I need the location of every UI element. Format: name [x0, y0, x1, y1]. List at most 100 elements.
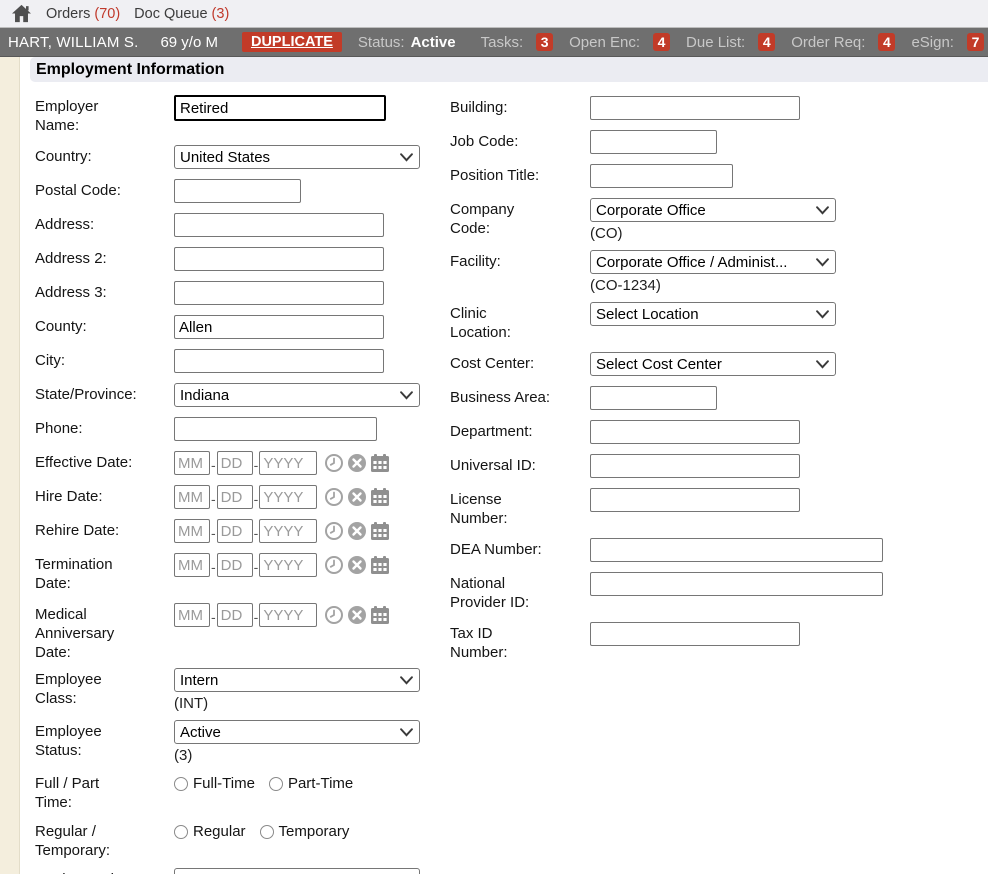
calendar-icon[interactable] [370, 487, 390, 507]
rehire-date-yyyy-input[interactable] [259, 519, 317, 543]
state-province-select[interactable]: Indiana [174, 383, 420, 407]
hire-date-mm-input[interactable] [174, 485, 210, 509]
termination-date-yyyy-input[interactable] [259, 553, 317, 577]
esign-count-badge[interactable]: 7 [967, 33, 984, 51]
cost-center-select[interactable]: Select Cost Center [590, 352, 836, 376]
job-code-input[interactable] [590, 130, 717, 154]
address2-row: Address 2: [35, 247, 445, 271]
part-time-radio[interactable] [269, 777, 283, 791]
clear-icon[interactable] [347, 487, 367, 507]
medical-anniversary-dd-input[interactable] [217, 603, 253, 627]
city-input[interactable] [174, 349, 384, 373]
company-code-select[interactable]: Corporate Office [590, 198, 836, 222]
clock-icon[interactable] [324, 453, 344, 473]
hire-date-dd-input[interactable] [217, 485, 253, 509]
duplicate-badge[interactable]: DUPLICATE [242, 32, 342, 52]
dea-number-input[interactable] [590, 538, 883, 562]
address2-label: Address 2: [35, 247, 174, 268]
employer-name-input[interactable] [174, 95, 386, 121]
position-title-input[interactable] [590, 164, 733, 188]
effective-date-mm-input[interactable] [174, 451, 210, 475]
hire-date-yyyy-input[interactable] [259, 485, 317, 509]
clock-icon[interactable] [324, 605, 344, 625]
calendar-icon[interactable] [370, 555, 390, 575]
employee-class-select[interactable]: Intern [174, 668, 420, 692]
open-enc-stat: Open Enc: 4 [569, 33, 670, 51]
county-input[interactable] [174, 315, 384, 339]
full-time-radio[interactable] [174, 777, 188, 791]
patient-age-sex: 69 y/o M [160, 34, 218, 51]
doc-queue-link[interactable]: Doc Queue (3) [134, 6, 229, 22]
building-input[interactable] [590, 96, 800, 120]
esign-label: eSign: [911, 34, 954, 51]
work-location-row: Work Location: Select Location [35, 868, 445, 874]
termination-date-mm-input[interactable] [174, 553, 210, 577]
due-list-label: Due List: [686, 34, 745, 51]
regular-temporary-label: Regular / Temporary: [35, 820, 174, 860]
termination-date-dd-input[interactable] [217, 553, 253, 577]
license-number-input[interactable] [590, 488, 800, 512]
universal-id-label: Universal ID: [450, 454, 590, 475]
business-area-input[interactable] [590, 386, 717, 410]
orders-link[interactable]: Orders (70) [46, 6, 120, 22]
postal-code-input[interactable] [174, 179, 301, 203]
clock-icon[interactable] [324, 487, 344, 507]
medical-anniversary-mm-input[interactable] [174, 603, 210, 627]
phone-row: Phone: [35, 417, 445, 441]
employee-class-code: (INT) [174, 695, 420, 712]
address3-input[interactable] [174, 281, 384, 305]
order-req-count-badge[interactable]: 4 [878, 33, 895, 51]
tasks-count-badge[interactable]: 3 [536, 33, 553, 51]
department-input[interactable] [590, 420, 800, 444]
employer-name-label: Employer Name: [35, 95, 174, 135]
clock-icon[interactable] [324, 555, 344, 575]
clear-icon[interactable] [347, 453, 367, 473]
hire-date-label: Hire Date: [35, 485, 174, 506]
calendar-icon[interactable] [370, 521, 390, 541]
facility-label: Facility: [450, 250, 590, 271]
county-row: County: [35, 315, 445, 339]
phone-input[interactable] [174, 417, 377, 441]
rehire-date-mm-input[interactable] [174, 519, 210, 543]
orders-count: (70) [94, 6, 120, 22]
clear-icon[interactable] [347, 555, 367, 575]
due-list-count-badge[interactable]: 4 [758, 33, 775, 51]
department-label: Department: [450, 420, 590, 441]
home-button[interactable] [11, 4, 32, 23]
country-select[interactable]: United States [174, 145, 420, 169]
regular-radio[interactable] [174, 825, 188, 839]
chevron-down-icon [400, 391, 413, 400]
effective-date-yyyy-input[interactable] [259, 451, 317, 475]
national-provider-id-input[interactable] [590, 572, 883, 596]
universal-id-input[interactable] [590, 454, 800, 478]
county-label: County: [35, 315, 174, 336]
medical-anniversary-date-row: Medical Anniversary Date: -- [35, 603, 445, 662]
postal-code-row: Postal Code: [35, 179, 445, 203]
medical-anniversary-yyyy-input[interactable] [259, 603, 317, 627]
address-input[interactable] [174, 213, 384, 237]
open-enc-count-badge[interactable]: 4 [653, 33, 670, 51]
clear-icon[interactable] [347, 521, 367, 541]
effective-date-dd-input[interactable] [217, 451, 253, 475]
calendar-icon[interactable] [370, 453, 390, 473]
rehire-date-row: Rehire Date: -- [35, 519, 445, 543]
calendar-icon[interactable] [370, 605, 390, 625]
employee-status-row: Employee Status: Active (3) [35, 720, 445, 764]
work-location-select[interactable]: Select Location [174, 868, 420, 874]
clear-icon[interactable] [347, 605, 367, 625]
facility-select[interactable]: Corporate Office / Administ... [590, 250, 836, 274]
employee-status-select[interactable]: Active [174, 720, 420, 744]
license-number-row: License Number: [450, 488, 985, 528]
chevron-down-icon [816, 360, 829, 369]
home-icon [11, 4, 32, 23]
facility-code: (CO-1234) [590, 277, 836, 294]
temporary-radio[interactable] [260, 825, 274, 839]
tax-id-number-row: Tax ID Number: [450, 622, 985, 662]
address2-input[interactable] [174, 247, 384, 271]
rehire-date-dd-input[interactable] [217, 519, 253, 543]
full-part-time-label: Full / Part Time: [35, 772, 174, 812]
clock-icon[interactable] [324, 521, 344, 541]
tax-id-number-input[interactable] [590, 622, 800, 646]
national-provider-id-row: National Provider ID: [450, 572, 985, 612]
clinic-location-select[interactable]: Select Location [590, 302, 836, 326]
